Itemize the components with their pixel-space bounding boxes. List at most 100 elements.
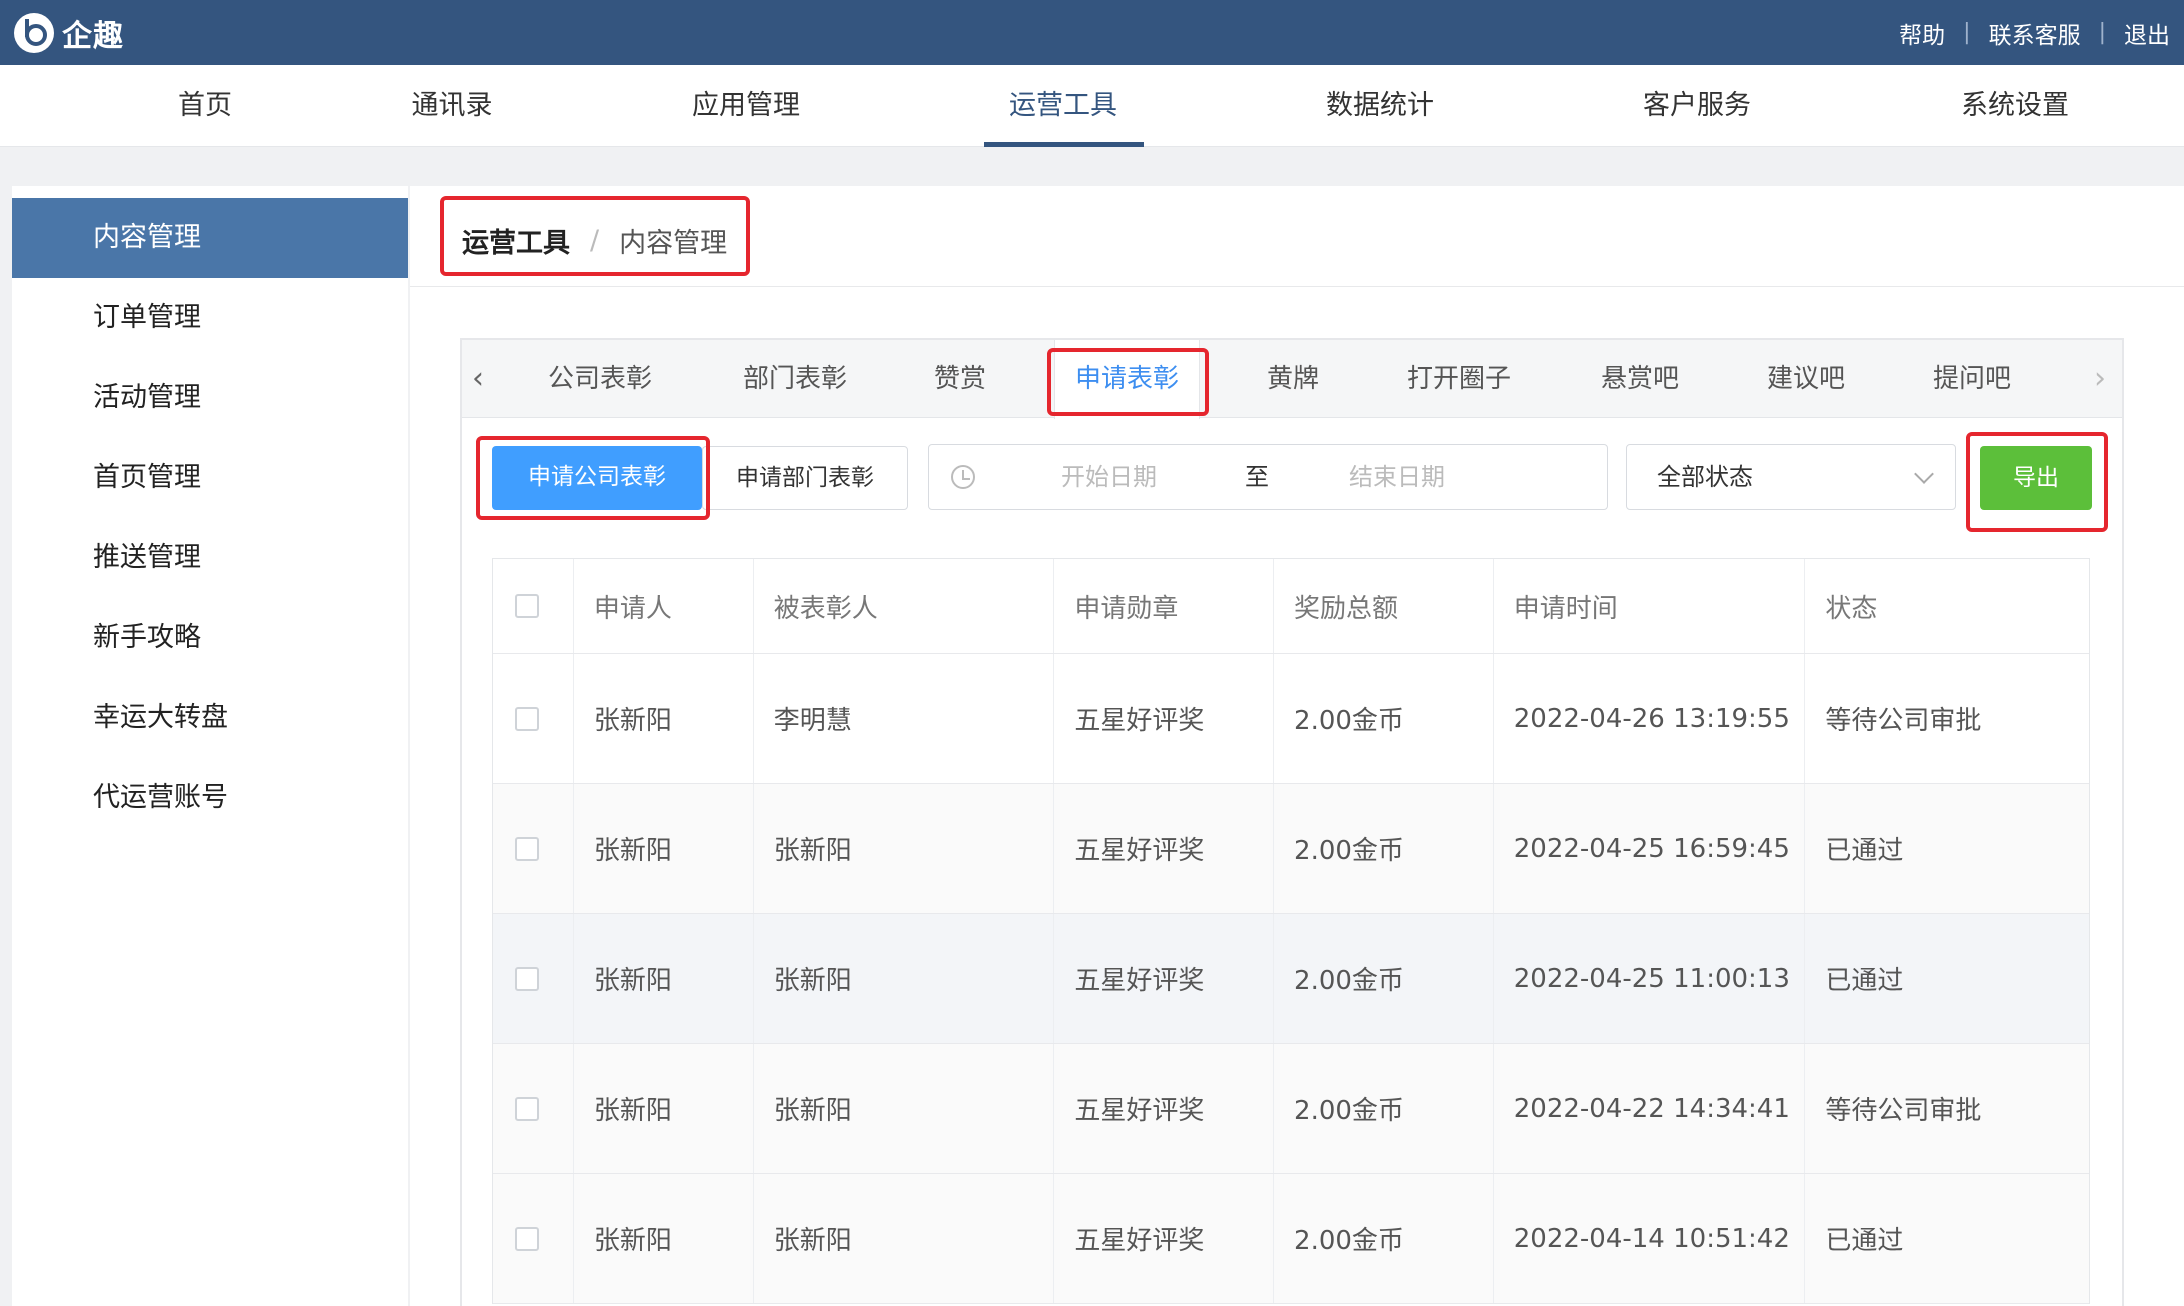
cell-apply-time: 2022-04-25 11:00:13 [1494,914,1806,1043]
tab-yellow-card[interactable]: 黄牌 [1267,340,1319,418]
cell-apply-time: 2022-04-25 16:59:45 [1494,784,1806,913]
cell-medal: 五星好评奖 [1054,914,1275,1043]
table-row[interactable]: 张新阳 张新阳 五星好评奖 2.00金币 2022-04-14 10:51:42… [493,1174,2089,1304]
cell-medal: 五星好评奖 [1054,784,1275,913]
top-links: 帮助 | 联系客服 | 退出 [1899,16,2170,50]
content-card: ‹ 公司表彰 部门表彰 赞赏 申请表彰 黄牌 打开圈子 悬赏吧 建议吧 提问吧 … [460,338,2124,1306]
nav-operation-tools[interactable]: 运营工具 [1009,65,1117,147]
main-nav: 首页 通讯录 应用管理 运营工具 数据统计 客户服务 系统设置 [0,65,2184,147]
column-header-awardee: 被表彰人 [754,559,1055,653]
content-divider [410,286,2184,287]
tab-questions[interactable]: 提问吧 [1933,340,2011,418]
tab-open-circle[interactable]: 打开圈子 [1407,340,1511,418]
top-bar: 企趣 帮助 | 联系客服 | 退出 [0,0,2184,65]
column-header-medal: 申请勋章 [1054,559,1275,653]
row-checkbox[interactable] [515,836,539,861]
nav-data-statistics[interactable]: 数据统计 [1326,65,1434,147]
apply-department-commendation-button[interactable]: 申请部门表彰 [702,446,908,510]
row-checkbox[interactable] [515,1096,539,1121]
cell-reward-total: 2.00金币 [1274,784,1494,913]
top-link-separator: | [1963,20,1971,45]
brand[interactable]: 企趣 [14,11,124,55]
cell-reward-total: 2.00金币 [1274,1174,1494,1303]
logout-link[interactable]: 退出 [2124,16,2170,50]
cell-status: 已通过 [1825,1226,1904,1256]
column-header-status: 状态 [1825,593,1878,624]
nav-customer-service[interactable]: 客户服务 [1643,65,1751,147]
cell-applicant: 张新阳 [574,914,754,1043]
tab-suggestions[interactable]: 建议吧 [1767,340,1845,418]
tab-department-commendation[interactable]: 部门表彰 [743,340,847,418]
table-row[interactable]: 张新阳 张新阳 五星好评奖 2.00金币 2022-04-25 16:59:45… [493,784,2089,914]
apply-company-commendation-button[interactable]: 申请公司表彰 [492,446,702,510]
tab-bounty[interactable]: 悬赏吧 [1601,340,1679,418]
sidebar-item-order-management[interactable]: 订单管理 [12,278,408,358]
brand-name: 企趣 [62,18,124,54]
row-checkbox[interactable] [515,966,539,991]
table-row[interactable]: 张新阳 张新阳 五星好评奖 2.00金币 2022-04-22 14:34:41… [493,1044,2089,1174]
cell-medal: 五星好评奖 [1054,654,1275,783]
chevron-left-icon[interactable]: ‹ [472,340,484,418]
help-link[interactable]: 帮助 [1899,16,1945,50]
cell-medal: 五星好评奖 [1054,1044,1275,1173]
cell-status: 等待公司审批 [1825,1096,1982,1126]
top-link-separator: | [2098,20,2106,45]
sidebar-item-push-management[interactable]: 推送管理 [12,518,408,598]
nav-home[interactable]: 首页 [178,65,232,147]
table-header-row: 申请人 被表彰人 申请勋章 奖励总额 申请时间 状态 [493,558,2089,654]
date-range-separator: 至 [1245,463,1269,491]
cell-apply-time: 2022-04-14 10:51:42 [1494,1174,1806,1303]
status-select[interactable]: 全部状态 [1626,444,1956,510]
start-date-input[interactable]: 开始日期 [1061,445,1157,509]
cell-applicant: 张新阳 [574,1044,754,1173]
table-row[interactable]: 张新阳 李明慧 五星好评奖 2.00金币 2022-04-26 13:19:55… [493,654,2089,784]
row-checkbox-cell [493,784,574,913]
contact-support-link[interactable]: 联系客服 [1989,16,2081,50]
tab-apply-commendation[interactable]: 申请表彰 [1053,340,1201,419]
sidebar-item-lucky-wheel[interactable]: 幸运大转盘 [12,678,408,758]
nav-app-management[interactable]: 应用管理 [692,65,800,147]
column-header-applicant: 申请人 [574,559,754,653]
table-row[interactable]: 张新阳 张新阳 五星好评奖 2.00金币 2022-04-25 11:00:13… [493,914,2089,1044]
sidebar-item-homepage-management[interactable]: 首页管理 [12,438,408,518]
end-date-input[interactable]: 结束日期 [1349,445,1445,509]
select-all-checkbox[interactable] [515,594,539,618]
date-range-picker[interactable]: 开始日期 至 结束日期 [928,444,1608,510]
cell-reward-total: 2.00金币 [1274,914,1494,1043]
breadcrumb-current: 内容管理 [619,227,728,259]
cell-applicant: 张新阳 [574,784,754,913]
breadcrumb-parent[interactable]: 运营工具 [462,221,570,260]
nav-system-settings[interactable]: 系统设置 [1961,65,2069,147]
nav-contacts[interactable]: 通讯录 [412,65,493,147]
row-checkbox[interactable] [515,1226,539,1251]
cell-reward-total: 2.00金币 [1274,654,1494,783]
tab-bar: ‹ 公司表彰 部门表彰 赞赏 申请表彰 黄牌 打开圈子 悬赏吧 建议吧 提问吧 … [462,340,2122,419]
cell-awardee: 张新阳 [754,1174,1055,1303]
cell-apply-time: 2022-04-26 13:19:55 [1494,654,1806,783]
cell-status: 已通过 [1825,966,1904,996]
header-checkbox-cell [493,559,574,653]
cell-applicant: 张新阳 [574,654,754,783]
breadcrumb-separator: / [590,224,600,256]
content-panel: 运营工具 / 内容管理 ‹ 公司表彰 部门表彰 赞赏 申请表彰 黄牌 打开圈子 … [410,186,2184,1306]
cell-applicant: 张新阳 [574,1174,754,1303]
export-button[interactable]: 导出 [1980,446,2092,510]
cell-awardee: 张新阳 [754,784,1055,913]
tab-appreciation[interactable]: 赞赏 [934,340,986,418]
cell-status: 已通过 [1825,836,1904,866]
tab-company-commendation[interactable]: 公司表彰 [548,340,652,418]
sidebar-item-managed-accounts[interactable]: 代运营账号 [12,758,408,838]
chevron-right-icon[interactable]: › [2094,340,2106,418]
row-checkbox[interactable] [515,706,539,731]
row-checkbox-cell [493,1174,574,1303]
cell-apply-time: 2022-04-22 14:34:41 [1494,1044,1806,1173]
column-header-reward-total: 奖励总额 [1274,559,1494,653]
status-select-value: 全部状态 [1657,463,1753,491]
filter-bar: 申请公司表彰 申请部门表彰 开始日期 至 结束日期 全部状态 导出 [462,418,2122,528]
column-header-apply-time: 申请时间 [1494,559,1806,653]
sidebar-item-activity-management[interactable]: 活动管理 [12,358,408,438]
row-checkbox-cell [493,654,574,783]
sidebar-item-beginner-guide[interactable]: 新手攻略 [12,598,408,678]
row-checkbox-cell [493,1044,574,1173]
sidebar-item-content-management[interactable]: 内容管理 [12,198,408,278]
